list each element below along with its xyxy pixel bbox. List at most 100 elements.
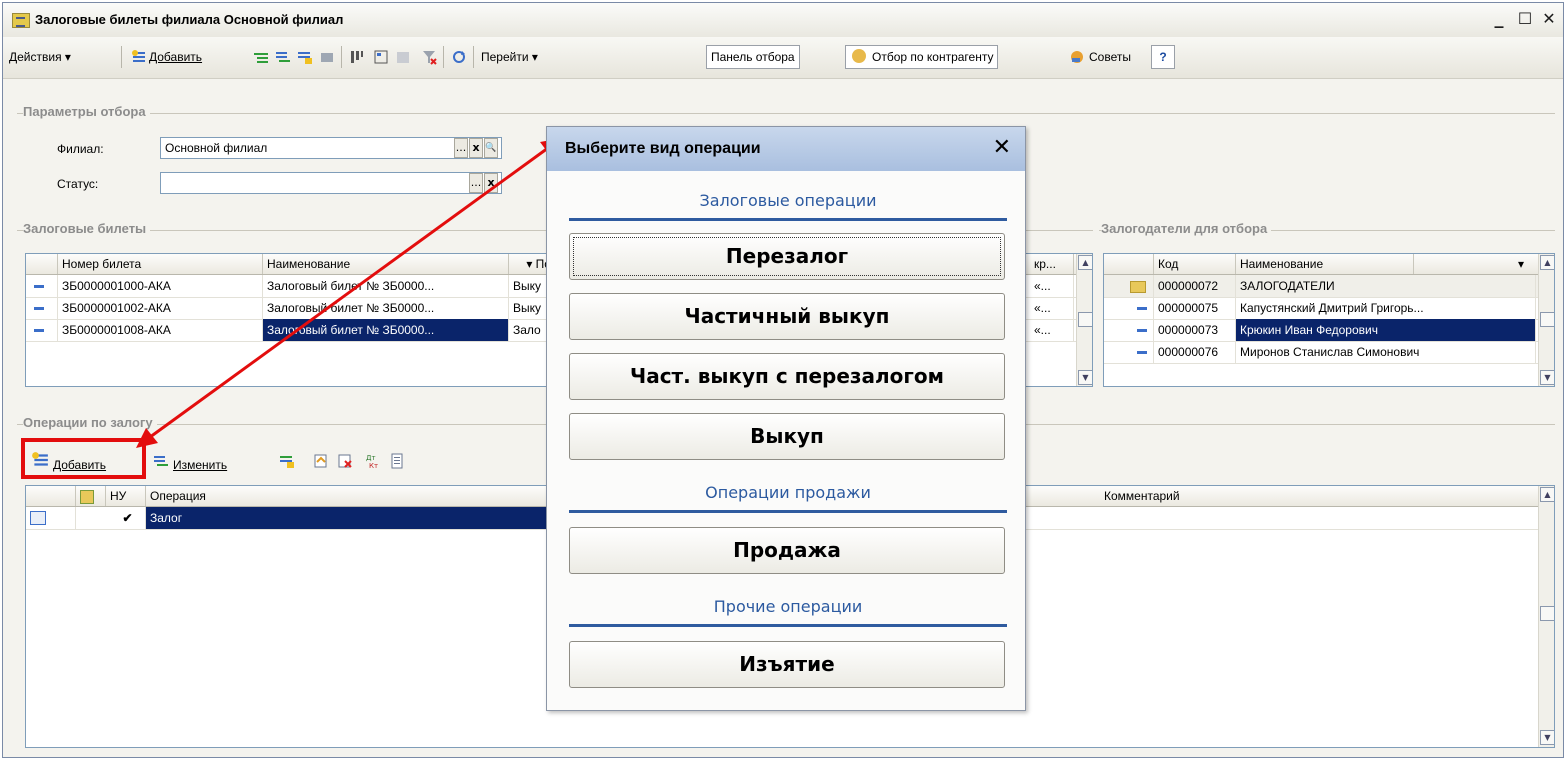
partial-buyout-repledge-button[interactable]: Част. выкуп с перезалогом	[569, 353, 1005, 400]
pledger-name: Крюкин Иван Федорович	[1236, 319, 1536, 341]
svg-text:Кт: Кт	[369, 462, 378, 469]
divider	[17, 113, 1555, 114]
add-group-icon[interactable]	[253, 49, 269, 65]
seizure-button[interactable]: Изъятие	[569, 641, 1005, 688]
column-header-operation[interactable]: Операция	[146, 486, 570, 506]
close-button[interactable]: ✕	[1539, 9, 1559, 29]
table-row[interactable]: 000000072 ЗАЛОГОДАТЕЛИ	[1104, 275, 1554, 298]
status-clear-button[interactable]: x	[484, 173, 498, 193]
toolbar-separator	[443, 46, 444, 68]
tree-icon[interactable]	[373, 49, 389, 65]
ticket-last: Зало	[509, 319, 549, 341]
partial-buyout-button[interactable]: Частичный выкуп	[569, 293, 1005, 340]
add-button[interactable]: Добавить	[149, 45, 202, 69]
status-label: Статус:	[57, 177, 99, 191]
maximize-button[interactable]: ☐	[1515, 9, 1535, 29]
nu-checkmark: ✔	[106, 507, 146, 529]
operations-scrollbar[interactable]: ▲ ▼	[1538, 486, 1554, 747]
scroll-down-icon[interactable]: ▼	[1540, 370, 1554, 385]
column-header-posted[interactable]	[76, 486, 106, 506]
person-icon	[852, 49, 866, 63]
scroll-thumb[interactable]	[1540, 312, 1554, 327]
row-marker	[26, 275, 58, 297]
document-icon	[12, 13, 30, 28]
section-divider	[569, 624, 1007, 627]
refresh-icon[interactable]	[451, 49, 467, 65]
tickets-scrollbar[interactable]: ▲ ▼	[1076, 254, 1092, 386]
ticket-last: Выку	[509, 297, 549, 319]
scroll-up-icon[interactable]: ▲	[1540, 487, 1554, 502]
pledgers-table[interactable]: Код Наименование ▾ 000000072 ЗАЛОГОДАТЕЛ…	[1103, 253, 1555, 387]
status-field[interactable]	[160, 172, 502, 194]
table-row[interactable]: 000000075 Капустянский Дмитрий Григорь..…	[1104, 297, 1554, 320]
branch-select-button[interactable]: ...	[454, 138, 468, 158]
repledge-button[interactable]: Перезалог	[569, 233, 1005, 280]
column-header-name[interactable]: Наименование	[263, 254, 509, 274]
toolbar-separator	[121, 46, 122, 68]
list-icon[interactable]	[395, 49, 411, 65]
scroll-up-icon[interactable]: ▲	[1078, 255, 1092, 270]
column-header-extra[interactable]: кр...	[1030, 254, 1074, 274]
row-marker	[1104, 341, 1154, 363]
pledgers-table-header: Код Наименование ▾	[1104, 254, 1554, 275]
section-other-operations: Прочие операции	[713, 597, 863, 616]
pledgers-scrollbar[interactable]: ▲ ▼	[1538, 254, 1554, 386]
actions-menu[interactable]: Действия ▾	[9, 45, 71, 69]
title-bar: Залоговые билеты филиала Основной филиал…	[3, 3, 1563, 38]
branch-search-button[interactable]: 🔍	[484, 138, 498, 158]
help-button[interactable]: ?	[1151, 45, 1175, 69]
report-icon[interactable]	[389, 453, 405, 469]
column-header-nu[interactable]: НУ	[106, 486, 146, 506]
tips-button[interactable]: Советы	[1089, 45, 1131, 69]
scroll-down-icon[interactable]: ▼	[1078, 370, 1092, 385]
operation-name: Залог	[146, 507, 570, 529]
clear-filter-icon[interactable]	[421, 49, 437, 65]
tips-icon[interactable]	[1069, 49, 1085, 65]
status-select-button[interactable]: ...	[469, 173, 483, 193]
item-icon	[1137, 351, 1147, 355]
branch-clear-button[interactable]: x	[469, 138, 483, 158]
row-marker	[26, 319, 58, 341]
row-marker	[1104, 319, 1154, 341]
post-icon[interactable]	[313, 453, 329, 469]
buyout-button[interactable]: Выкуп	[569, 413, 1005, 460]
scroll-thumb[interactable]	[1078, 312, 1092, 327]
sale-button[interactable]: Продажа	[569, 527, 1005, 574]
operations-edit-button[interactable]: Изменить	[173, 453, 227, 477]
document-row-icon	[26, 507, 76, 529]
edit-icon[interactable]	[153, 453, 169, 469]
filter-group-title: Параметры отбора	[23, 104, 150, 119]
column-header-number[interactable]: Номер билета	[58, 254, 263, 274]
hierarchy-icon[interactable]	[349, 49, 365, 65]
filter-panel-button[interactable]: Панель отбора	[706, 45, 800, 69]
toolbar-separator	[341, 46, 342, 68]
filter-counterparty-button[interactable]: Отбор по контрагенту	[845, 45, 999, 69]
operation-comment	[1100, 507, 1540, 529]
scroll-up-icon[interactable]: ▲	[1540, 255, 1554, 270]
dialog-close-button[interactable]: ✕	[993, 135, 1011, 160]
goto-menu[interactable]: Перейти ▾	[481, 45, 538, 69]
copy-icon[interactable]	[275, 49, 291, 65]
section-divider	[569, 510, 1007, 513]
dt-kt-icon[interactable]: ДтКт	[365, 453, 381, 469]
table-row[interactable]: 000000076 Миронов Станислав Симонович	[1104, 341, 1554, 364]
column-header-sort[interactable]: ▾	[1514, 254, 1538, 274]
tickets-group-title: Залоговые билеты	[23, 221, 151, 236]
column-header-comment[interactable]: Комментарий	[1100, 486, 1540, 506]
pledger-code: 000000072	[1154, 275, 1236, 297]
scroll-down-icon[interactable]: ▼	[1540, 730, 1554, 745]
edit-icon[interactable]	[297, 49, 313, 65]
column-header-pledger-name[interactable]: Наименование	[1236, 254, 1414, 274]
unpost-icon[interactable]	[337, 453, 353, 469]
mark-icon[interactable]	[279, 453, 295, 469]
branch-field[interactable]: Основной филиал	[160, 137, 502, 159]
column-header-code[interactable]: Код	[1154, 254, 1236, 274]
minimize-button[interactable]: _	[1489, 9, 1509, 29]
branch-label: Филиал:	[57, 142, 104, 156]
delete-icon[interactable]	[319, 49, 335, 65]
posted-icon	[80, 490, 94, 504]
add-icon[interactable]	[131, 49, 147, 65]
ticket-extra: «...	[1030, 275, 1074, 297]
table-row[interactable]: 000000073 Крюкин Иван Федорович	[1104, 319, 1554, 342]
scroll-thumb[interactable]	[1540, 606, 1554, 621]
